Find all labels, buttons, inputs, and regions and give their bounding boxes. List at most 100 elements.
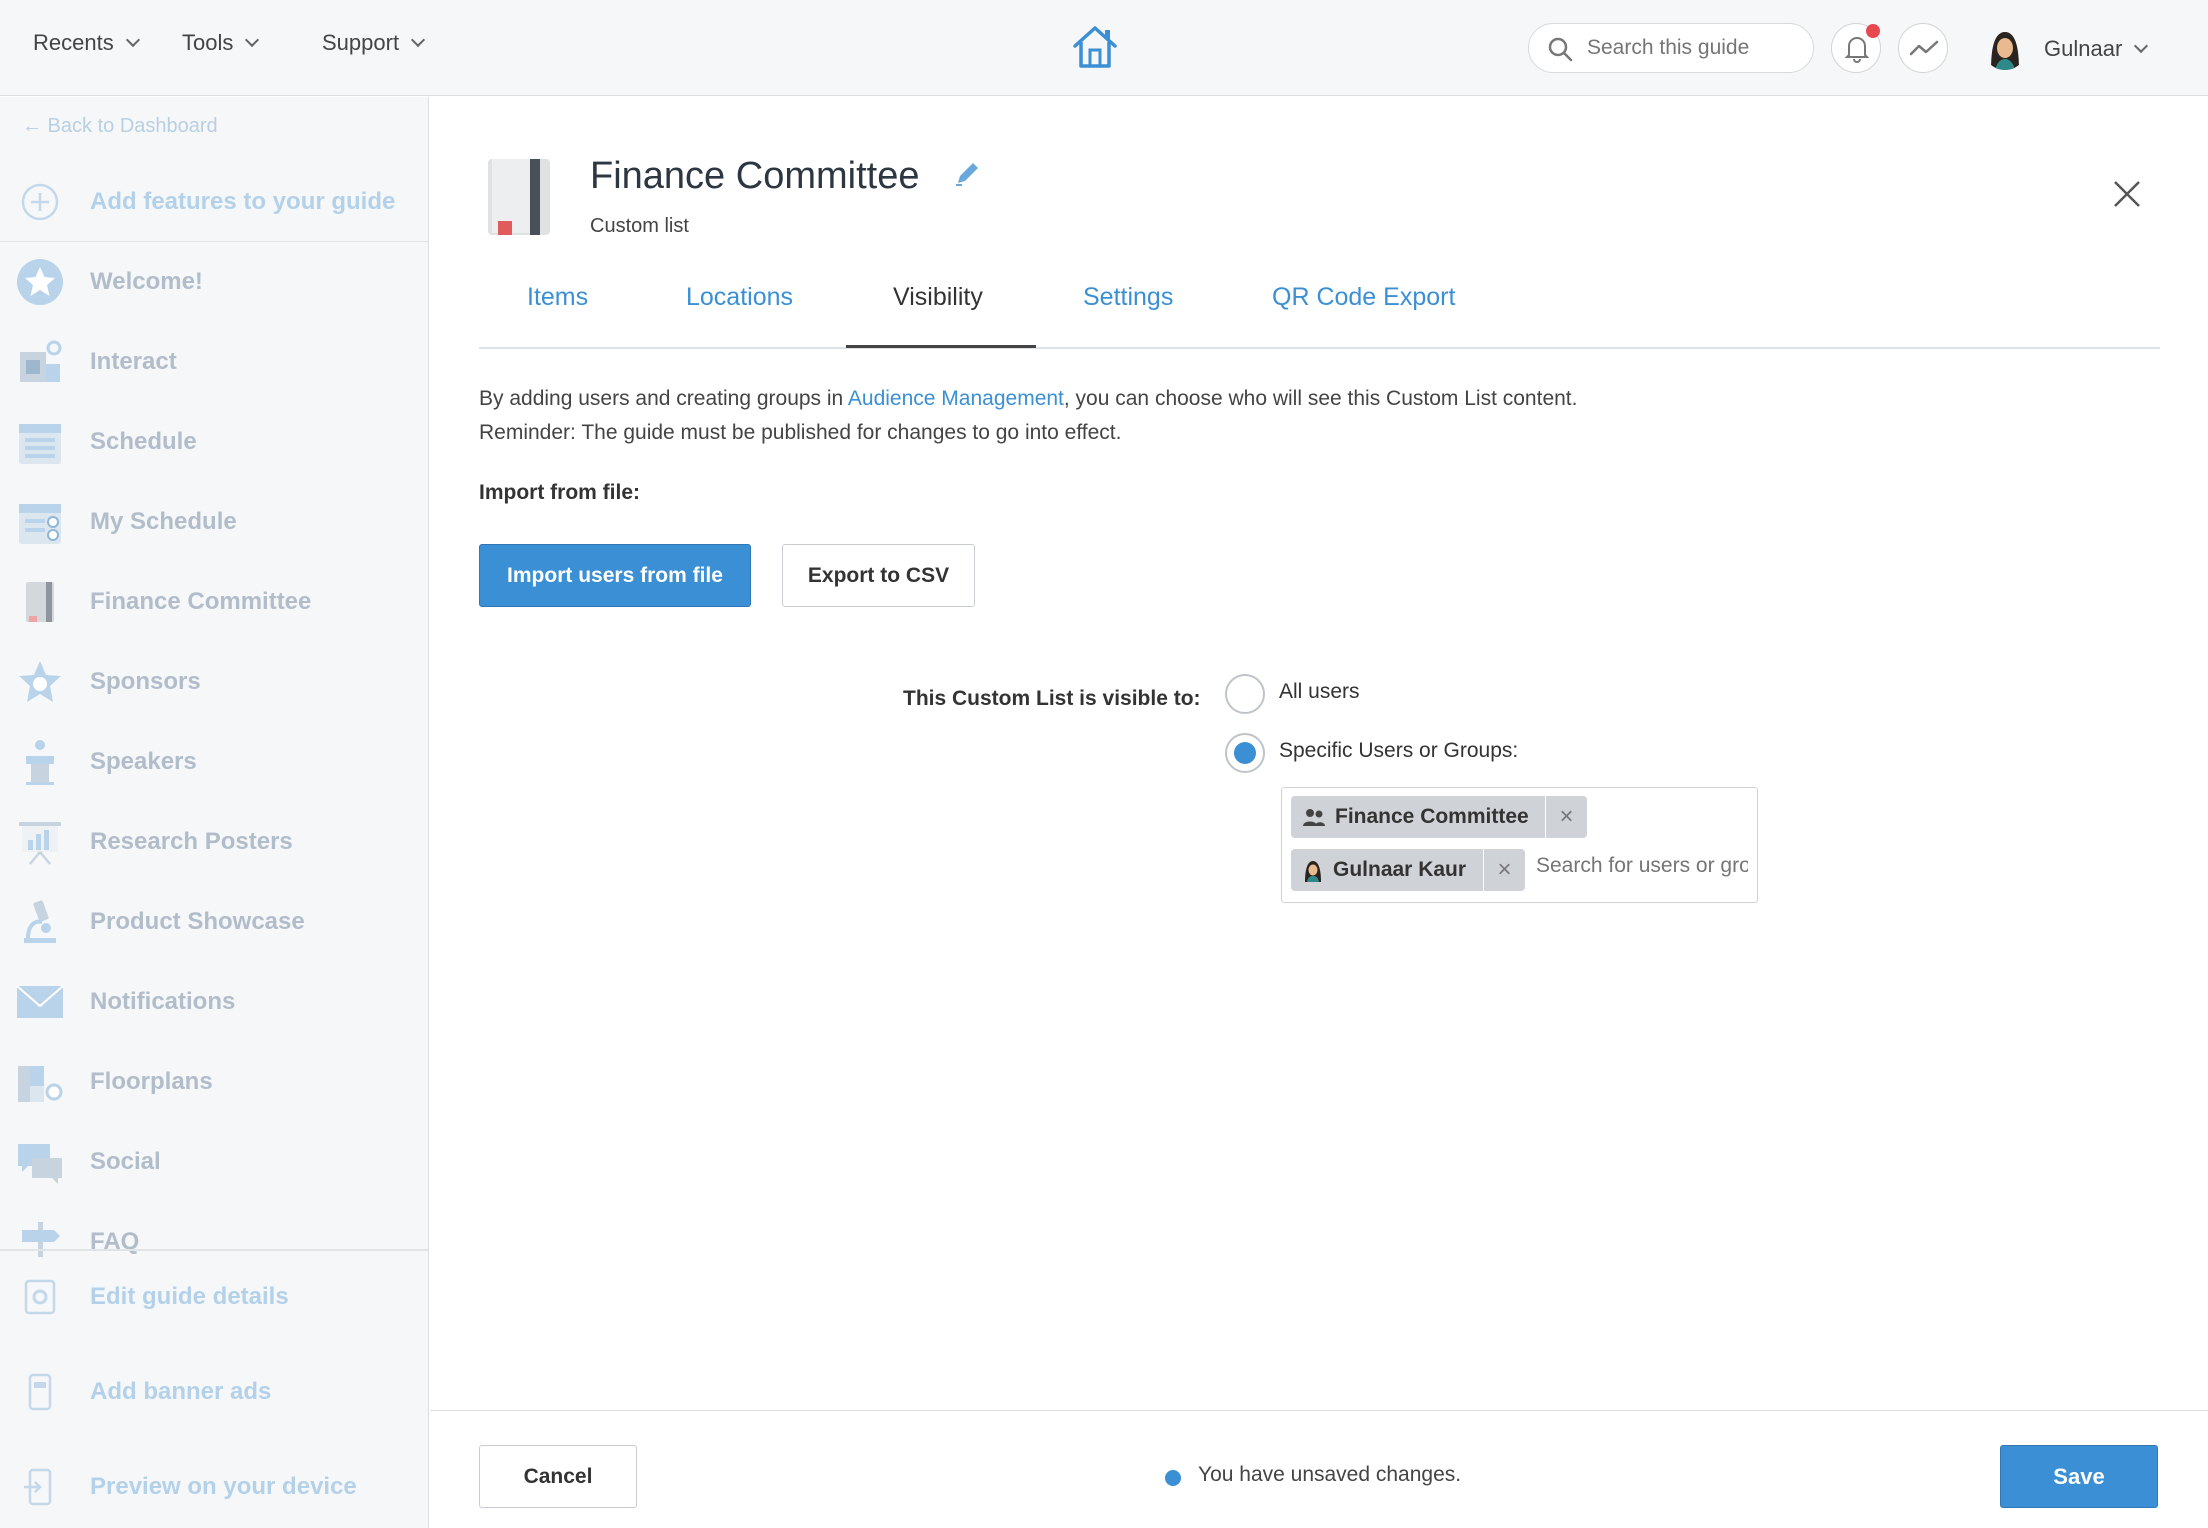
gear-icon xyxy=(16,1273,64,1321)
add-features-label: Add features to your guide xyxy=(90,188,396,215)
tools-menu[interactable]: Tools xyxy=(182,30,260,56)
sidebar-item-social[interactable]: Social xyxy=(0,1122,428,1202)
activity-icon xyxy=(1909,40,1939,56)
sidebar-item-schedule[interactable]: Schedule xyxy=(0,402,428,482)
edit-guide-details-button[interactable]: Edit guide details xyxy=(0,1257,428,1337)
user-menu[interactable]: Gulnaar xyxy=(2044,36,2149,62)
users-groups-search-input[interactable] xyxy=(1536,851,1748,881)
sidebar: ← Back to Dashboard Add features to your… xyxy=(0,97,429,1528)
calendar-check-icon xyxy=(16,498,64,546)
tag-finance-committee: Finance Committee × xyxy=(1291,796,1587,838)
guide-search[interactable] xyxy=(1528,23,1814,73)
sidebar-item-speakers[interactable]: Speakers xyxy=(0,722,428,802)
tab-qr-code-export[interactable]: QR Code Export xyxy=(1272,283,1455,312)
tag-gulnaar-kaur: Gulnaar Kaur × xyxy=(1291,849,1525,891)
sidebar-item-label: Welcome! xyxy=(90,268,203,295)
save-button[interactable]: Save xyxy=(2000,1445,2158,1508)
sidebar-item-label: Research Posters xyxy=(90,828,293,855)
visible-to-label: This Custom List is visible to: xyxy=(903,687,1201,710)
tools-label: Tools xyxy=(182,30,234,55)
add-banner-ads-label: Add banner ads xyxy=(90,1378,272,1405)
floorplan-icon xyxy=(16,1058,64,1106)
add-banner-ads-button[interactable]: Add banner ads xyxy=(0,1352,428,1432)
close-icon[interactable] xyxy=(2112,179,2142,214)
import-from-file-label: Import from file: xyxy=(479,481,640,504)
search-input[interactable] xyxy=(1587,34,1797,62)
info-text-prefix: By adding users and creating groups in xyxy=(479,387,848,410)
book-icon xyxy=(486,157,552,242)
sidebar-item-product-showcase[interactable]: Product Showcase xyxy=(0,882,428,962)
cancel-button[interactable]: Cancel xyxy=(479,1445,637,1508)
active-tab-indicator xyxy=(846,345,1036,348)
sidebar-item-label: Product Showcase xyxy=(90,908,305,935)
sidebar-item-notifications[interactable]: Notifications xyxy=(0,962,428,1042)
radio-all-users-label[interactable]: All users xyxy=(1279,680,1360,704)
audience-management-link[interactable]: Audience Management xyxy=(848,387,1064,410)
radio-specific-users-label[interactable]: Specific Users or Groups: xyxy=(1279,739,1518,763)
sidebar-item-label: Notifications xyxy=(90,988,236,1015)
sidebar-item-interact[interactable]: Interact xyxy=(0,322,428,402)
unsaved-indicator xyxy=(1165,1470,1181,1486)
book-icon xyxy=(16,578,64,626)
preview-on-device-button[interactable]: Preview on your device xyxy=(0,1447,428,1527)
sidebar-item-sponsors[interactable]: Sponsors xyxy=(0,642,428,722)
top-bar: Recents Tools Support Search this guide … xyxy=(0,0,2208,96)
tag-label: Finance Committee xyxy=(1335,805,1529,828)
avatar xyxy=(1305,861,1321,882)
plus-circle-icon xyxy=(16,178,64,226)
remove-tag-icon[interactable]: × xyxy=(1545,796,1587,838)
chat-icon xyxy=(16,1138,64,1186)
sidebar-item-label: Floorplans xyxy=(90,1068,213,1095)
avatar[interactable] xyxy=(1983,26,2027,70)
preview-on-device-label: Preview on your device xyxy=(90,1473,357,1500)
back-to-dashboard-link[interactable]: ← Back to Dashboard xyxy=(22,115,218,138)
support-menu[interactable]: Support xyxy=(322,30,426,56)
unsaved-changes-text: You have unsaved changes. xyxy=(1198,1463,1462,1486)
sidebar-item-research-posters[interactable]: Research Posters xyxy=(0,802,428,882)
export-csv-button[interactable]: Export to CSV xyxy=(782,544,975,607)
microscope-icon xyxy=(16,898,64,946)
notification-badge xyxy=(1866,24,1880,38)
tab-locations[interactable]: Locations xyxy=(686,283,793,312)
sidebar-item-floorplans[interactable]: Floorplans xyxy=(0,1042,428,1122)
preview-device-icon xyxy=(16,1463,64,1511)
chevron-down-icon xyxy=(125,32,140,48)
home-icon[interactable] xyxy=(1071,24,1119,75)
sidebar-item-label: Interact xyxy=(90,348,177,375)
sidebar-item-finance-committee[interactable]: Finance Committee xyxy=(0,562,428,642)
chevron-down-icon xyxy=(410,32,426,48)
remove-tag-icon[interactable]: × xyxy=(1483,849,1525,891)
sponsor-star-icon xyxy=(16,658,64,706)
tab-items[interactable]: Items xyxy=(527,283,588,312)
radio-all-users[interactable] xyxy=(1225,674,1265,714)
tab-visibility[interactable]: Visibility xyxy=(893,283,983,312)
add-features-button[interactable]: Add features to your guide xyxy=(0,162,428,242)
sidebar-item-label: My Schedule xyxy=(90,508,237,535)
sidebar-item-welcome[interactable]: Welcome! xyxy=(0,242,428,322)
envelope-icon xyxy=(16,978,64,1026)
recents-menu[interactable]: Recents xyxy=(33,30,140,56)
support-label: Support xyxy=(322,30,400,55)
main-panel: Finance Committee Custom list Items Loca… xyxy=(430,97,2208,1528)
poster-icon xyxy=(16,818,64,866)
chevron-down-icon xyxy=(245,32,260,48)
sidebar-item-label: Speakers xyxy=(90,748,197,775)
sidebar-item-label: Schedule xyxy=(90,428,197,455)
chevron-down-icon xyxy=(2134,38,2149,54)
recents-label: Recents xyxy=(33,30,114,55)
reminder-text: Reminder: The guide must be published fo… xyxy=(479,421,1122,444)
footer-bar: Cancel You have unsaved changes. Save xyxy=(430,1410,2208,1528)
import-users-button[interactable]: Import users from file xyxy=(479,544,751,607)
interact-icon xyxy=(16,338,64,386)
edit-title-icon[interactable] xyxy=(952,159,982,194)
sidebar-item-my-schedule[interactable]: My Schedule xyxy=(0,482,428,562)
activity-button[interactable] xyxy=(1898,23,1948,73)
user-name: Gulnaar xyxy=(2044,36,2123,61)
phone-icon xyxy=(16,1368,64,1416)
tag-label: Gulnaar Kaur xyxy=(1333,858,1467,881)
podium-icon xyxy=(16,738,64,786)
radio-specific-users[interactable] xyxy=(1225,733,1265,773)
tab-settings[interactable]: Settings xyxy=(1083,283,1173,312)
tabs-divider xyxy=(479,347,2160,349)
users-groups-picker[interactable]: Finance Committee × Gulnaar Kaur × xyxy=(1281,787,1758,903)
